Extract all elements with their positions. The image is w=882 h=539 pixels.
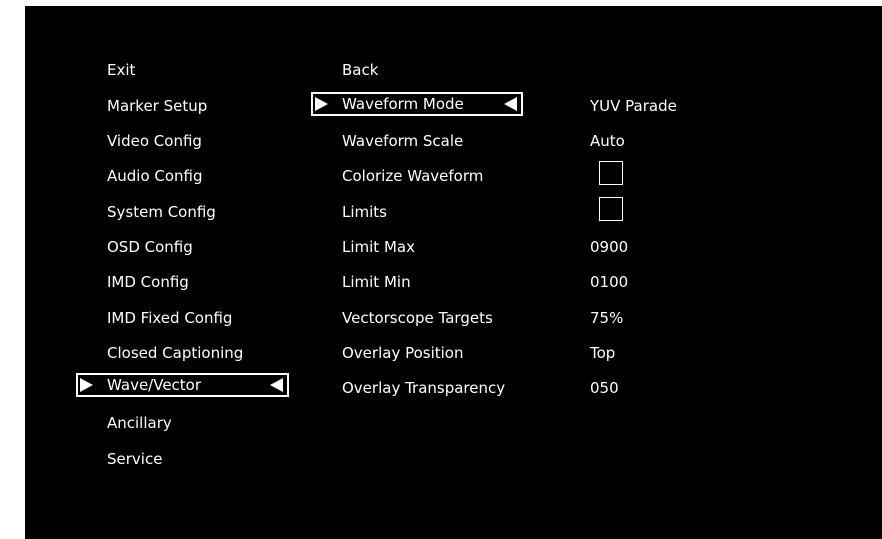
menu-item-service[interactable]: Service: [107, 447, 162, 471]
menu-item-imd-config[interactable]: IMD Config: [107, 270, 189, 294]
menu-item-closed-captioning[interactable]: Closed Captioning: [107, 341, 243, 365]
selection-arrow-left-icon: [270, 378, 283, 392]
menu-item-colorize-waveform[interactable]: Colorize Waveform: [342, 164, 483, 188]
menu-item-limits[interactable]: Limits: [342, 200, 387, 224]
overlay-transparency-value[interactable]: 050: [590, 376, 619, 400]
menu-item-video-config[interactable]: Video Config: [107, 129, 202, 153]
menu-item-overlay-position[interactable]: Overlay Position: [342, 341, 464, 365]
menu-item-wave-vector[interactable]: Wave/Vector: [76, 373, 289, 397]
menu-item-audio-config[interactable]: Audio Config: [107, 164, 203, 188]
menu-item-overlay-transparency[interactable]: Overlay Transparency: [342, 376, 505, 400]
menu-item-limit-max[interactable]: Limit Max: [342, 235, 415, 259]
menu-item-label: Waveform Mode: [342, 95, 464, 113]
osd-screen: Exit Marker Setup Video Config Audio Con…: [25, 6, 882, 539]
limits-checkbox[interactable]: [599, 197, 623, 221]
waveform-mode-value[interactable]: YUV Parade: [590, 94, 677, 118]
vectorscope-targets-value[interactable]: 75%: [590, 306, 623, 330]
selection-arrow-right-icon: [315, 97, 328, 111]
overlay-position-value[interactable]: Top: [590, 341, 615, 365]
colorize-waveform-checkbox[interactable]: [599, 161, 623, 185]
menu-item-waveform-scale[interactable]: Waveform Scale: [342, 129, 463, 153]
menu-item-imd-fixed-config[interactable]: IMD Fixed Config: [107, 306, 232, 330]
menu-item-label: Wave/Vector: [107, 376, 202, 394]
menu-item-system-config[interactable]: System Config: [107, 200, 216, 224]
limit-min-value[interactable]: 0100: [590, 270, 628, 294]
menu-item-marker-setup[interactable]: Marker Setup: [107, 94, 207, 118]
menu-item-back[interactable]: Back: [342, 58, 378, 82]
menu-item-limit-min[interactable]: Limit Min: [342, 270, 411, 294]
menu-item-vectorscope-targets[interactable]: Vectorscope Targets: [342, 306, 493, 330]
waveform-scale-value[interactable]: Auto: [590, 129, 625, 153]
menu-item-ancillary[interactable]: Ancillary: [107, 411, 172, 435]
limit-max-value[interactable]: 0900: [590, 235, 628, 259]
menu-item-exit[interactable]: Exit: [107, 58, 135, 82]
menu-item-waveform-mode[interactable]: Waveform Mode: [311, 92, 523, 116]
selection-arrow-right-icon: [80, 378, 93, 392]
menu-item-osd-config[interactable]: OSD Config: [107, 235, 193, 259]
selection-arrow-left-icon: [504, 97, 517, 111]
